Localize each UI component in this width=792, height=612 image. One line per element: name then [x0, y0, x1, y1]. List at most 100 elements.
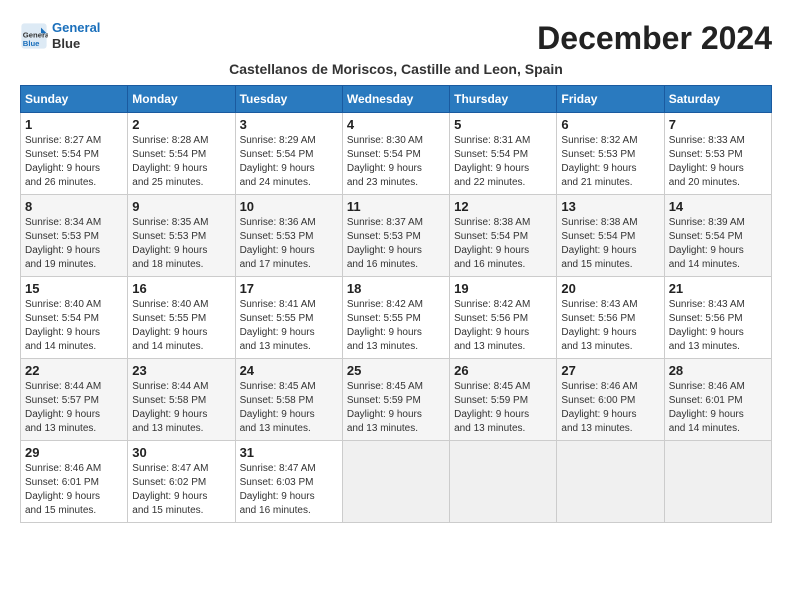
day-number: 18	[347, 281, 445, 296]
calendar-cell: 27 Sunrise: 8:46 AM Sunset: 6:00 PM Dayli…	[557, 359, 664, 441]
calendar-cell: 11Sunrise: 8:37 AM Sunset: 5:53 PM Dayli…	[342, 195, 449, 277]
calendar-cell: 30Sunrise: 8:47 AM Sunset: 6:02 PM Dayli…	[128, 441, 235, 523]
weekday-header: Friday	[557, 86, 664, 113]
day-number: 7	[669, 117, 767, 132]
calendar-cell	[450, 441, 557, 523]
calendar-header-row: SundayMondayTuesdayWednesdayThursdayFrid…	[21, 86, 772, 113]
day-number: 30	[132, 445, 230, 460]
day-info: Sunrise: 8:46 AM Sunset: 6:00 PM Dayligh…	[561, 380, 659, 436]
day-number: 21	[669, 281, 767, 296]
calendar-cell: 8 Sunrise: 8:34 AM Sunset: 5:53 PM Daylig…	[21, 195, 128, 277]
day-info: Sunrise: 8:45 AM Sunset: 5:59 PM Dayligh…	[347, 380, 445, 436]
day-info: Sunrise: 8:45 AM Sunset: 5:59 PM Dayligh…	[454, 380, 552, 436]
calendar-cell: 25 Sunrise: 8:45 AM Sunset: 5:59 PM Dayli…	[342, 359, 449, 441]
day-number: 12	[454, 199, 552, 214]
calendar-cell: 21 Sunrise: 8:43 AM Sunset: 5:56 PM Dayli…	[664, 277, 771, 359]
day-number: 27	[561, 363, 659, 378]
calendar-cell: 20Sunrise: 8:43 AM Sunset: 5:56 PM Dayli…	[557, 277, 664, 359]
day-info: Sunrise: 8:47 AM Sunset: 6:03 PM Dayligh…	[240, 462, 338, 518]
calendar-cell: 26 Sunrise: 8:45 AM Sunset: 5:59 PM Dayli…	[450, 359, 557, 441]
day-number: 23	[132, 363, 230, 378]
day-info: Sunrise: 8:38 AM Sunset: 5:54 PM Dayligh…	[561, 216, 659, 272]
calendar-week-row: 15 Sunrise: 8:40 AM Sunset: 5:54 PM Dayli…	[21, 277, 772, 359]
day-info: Sunrise: 8:33 AM Sunset: 5:53 PM Dayligh…	[669, 134, 767, 190]
calendar-cell: 2 Sunrise: 8:28 AM Sunset: 5:54 PM Daylig…	[128, 113, 235, 195]
day-number: 26	[454, 363, 552, 378]
day-info: Sunrise: 8:44 AM Sunset: 5:57 PM Dayligh…	[25, 380, 123, 436]
day-info: Sunrise: 8:39 AM Sunset: 5:54 PM Dayligh…	[669, 216, 767, 272]
logo-icon: General Blue	[20, 22, 48, 50]
day-info: Sunrise: 8:42 AM Sunset: 5:56 PM Dayligh…	[454, 298, 552, 354]
day-number: 10	[240, 199, 338, 214]
day-number: 11	[347, 199, 445, 214]
calendar-cell: 1 Sunrise: 8:27 AM Sunset: 5:54 PM Daylig…	[21, 113, 128, 195]
day-number: 5	[454, 117, 552, 132]
day-number: 24	[240, 363, 338, 378]
day-number: 14	[669, 199, 767, 214]
day-number: 22	[25, 363, 123, 378]
page-header: General Blue GeneralBlue December 2024	[20, 20, 772, 57]
day-number: 28	[669, 363, 767, 378]
day-number: 31	[240, 445, 338, 460]
calendar-cell: 18 Sunrise: 8:42 AM Sunset: 5:55 PM Dayli…	[342, 277, 449, 359]
calendar-cell: 14 Sunrise: 8:39 AM Sunset: 5:54 PM Dayli…	[664, 195, 771, 277]
logo: General Blue GeneralBlue	[20, 20, 100, 51]
day-info: Sunrise: 8:46 AM Sunset: 6:01 PM Dayligh…	[25, 462, 123, 518]
calendar-cell: 10Sunrise: 8:36 AM Sunset: 5:53 PM Dayli…	[235, 195, 342, 277]
day-number: 8	[25, 199, 123, 214]
day-info: Sunrise: 8:40 AM Sunset: 5:54 PM Dayligh…	[25, 298, 123, 354]
day-number: 25	[347, 363, 445, 378]
calendar-week-row: 22 Sunrise: 8:44 AM Sunset: 5:57 PM Dayli…	[21, 359, 772, 441]
calendar-cell: 13 Sunrise: 8:38 AM Sunset: 5:54 PM Dayli…	[557, 195, 664, 277]
calendar-cell: 4 Sunrise: 8:30 AM Sunset: 5:54 PM Daylig…	[342, 113, 449, 195]
calendar-week-row: 29 Sunrise: 8:46 AM Sunset: 6:01 PM Dayli…	[21, 441, 772, 523]
day-number: 29	[25, 445, 123, 460]
calendar-cell: 12Sunrise: 8:38 AM Sunset: 5:54 PM Dayli…	[450, 195, 557, 277]
calendar-cell: 31 Sunrise: 8:47 AM Sunset: 6:03 PM Dayli…	[235, 441, 342, 523]
day-info: Sunrise: 8:31 AM Sunset: 5:54 PM Dayligh…	[454, 134, 552, 190]
day-info: Sunrise: 8:43 AM Sunset: 5:56 PM Dayligh…	[669, 298, 767, 354]
day-info: Sunrise: 8:32 AM Sunset: 5:53 PM Dayligh…	[561, 134, 659, 190]
day-info: Sunrise: 8:46 AM Sunset: 6:01 PM Dayligh…	[669, 380, 767, 436]
weekday-header: Saturday	[664, 86, 771, 113]
day-number: 4	[347, 117, 445, 132]
calendar-week-row: 1 Sunrise: 8:27 AM Sunset: 5:54 PM Daylig…	[21, 113, 772, 195]
day-number: 13	[561, 199, 659, 214]
day-info: Sunrise: 8:40 AM Sunset: 5:55 PM Dayligh…	[132, 298, 230, 354]
svg-text:Blue: Blue	[23, 38, 40, 47]
day-info: Sunrise: 8:34 AM Sunset: 5:53 PM Dayligh…	[25, 216, 123, 272]
day-info: Sunrise: 8:29 AM Sunset: 5:54 PM Dayligh…	[240, 134, 338, 190]
weekday-header: Tuesday	[235, 86, 342, 113]
calendar-cell	[557, 441, 664, 523]
calendar-cell: 7 Sunrise: 8:33 AM Sunset: 5:53 PM Daylig…	[664, 113, 771, 195]
logo-text: GeneralBlue	[52, 20, 100, 51]
calendar-cell: 15 Sunrise: 8:40 AM Sunset: 5:54 PM Dayli…	[21, 277, 128, 359]
weekday-header: Wednesday	[342, 86, 449, 113]
day-info: Sunrise: 8:42 AM Sunset: 5:55 PM Dayligh…	[347, 298, 445, 354]
calendar-cell: 17 Sunrise: 8:41 AM Sunset: 5:55 PM Dayli…	[235, 277, 342, 359]
calendar-week-row: 8 Sunrise: 8:34 AM Sunset: 5:53 PM Daylig…	[21, 195, 772, 277]
day-info: Sunrise: 8:27 AM Sunset: 5:54 PM Dayligh…	[25, 134, 123, 190]
day-info: Sunrise: 8:41 AM Sunset: 5:55 PM Dayligh…	[240, 298, 338, 354]
day-info: Sunrise: 8:43 AM Sunset: 5:56 PM Dayligh…	[561, 298, 659, 354]
day-number: 16	[132, 281, 230, 296]
calendar-cell: 23Sunrise: 8:44 AM Sunset: 5:58 PM Dayli…	[128, 359, 235, 441]
calendar-cell: 29 Sunrise: 8:46 AM Sunset: 6:01 PM Dayli…	[21, 441, 128, 523]
calendar-cell: 3Sunrise: 8:29 AM Sunset: 5:54 PM Daylig…	[235, 113, 342, 195]
day-number: 15	[25, 281, 123, 296]
calendar-cell: 22 Sunrise: 8:44 AM Sunset: 5:57 PM Dayli…	[21, 359, 128, 441]
day-info: Sunrise: 8:28 AM Sunset: 5:54 PM Dayligh…	[132, 134, 230, 190]
calendar-cell: 5 Sunrise: 8:31 AM Sunset: 5:54 PM Daylig…	[450, 113, 557, 195]
weekday-header: Thursday	[450, 86, 557, 113]
day-info: Sunrise: 8:30 AM Sunset: 5:54 PM Dayligh…	[347, 134, 445, 190]
calendar-cell	[342, 441, 449, 523]
day-number: 1	[25, 117, 123, 132]
weekday-header: Monday	[128, 86, 235, 113]
day-info: Sunrise: 8:45 AM Sunset: 5:58 PM Dayligh…	[240, 380, 338, 436]
day-number: 9	[132, 199, 230, 214]
day-number: 2	[132, 117, 230, 132]
calendar-cell: 6Sunrise: 8:32 AM Sunset: 5:53 PM Daylig…	[557, 113, 664, 195]
month-title: December 2024	[537, 20, 772, 57]
day-number: 19	[454, 281, 552, 296]
day-number: 17	[240, 281, 338, 296]
